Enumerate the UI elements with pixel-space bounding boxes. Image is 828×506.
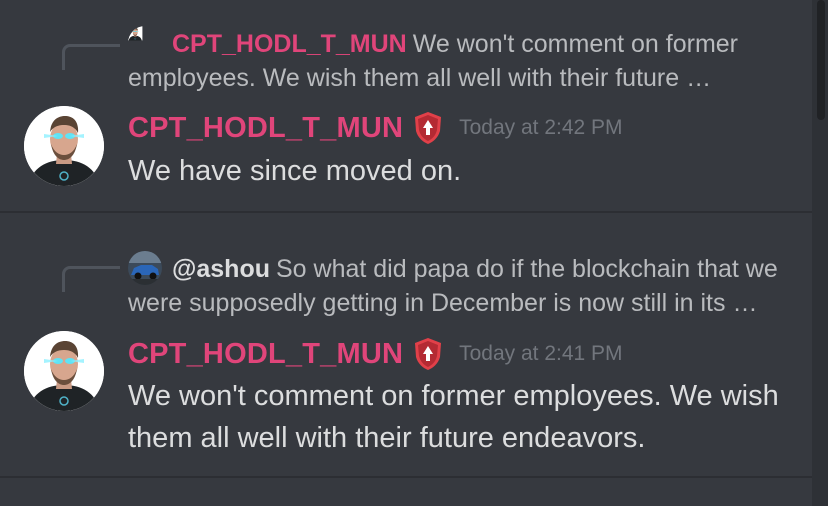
message-header-1: CPT_HODL_T_MUN Today at 2:42 PM — [128, 108, 623, 148]
message-header-2: CPT_HODL_T_MUN Today at 2:41 PM — [128, 334, 623, 374]
scrollbar-thumb[interactable] — [817, 0, 825, 120]
profile-avatar-icon — [24, 331, 104, 411]
message-divider — [0, 476, 812, 478]
reply-mention[interactable]: @ashou — [172, 255, 270, 283]
reply-preview-1[interactable]: CPT_HODL_T_MUN We won't comment on former… — [128, 27, 788, 95]
reply-preview-2[interactable]: @ashou So what did papa do if the blockch… — [128, 252, 788, 320]
reply-connector — [62, 266, 120, 292]
profile-avatar-icon — [24, 106, 104, 186]
reply-connector — [62, 44, 120, 70]
shield-badge-icon[interactable] — [413, 111, 443, 145]
shield-badge-icon[interactable] — [413, 337, 443, 371]
timestamp: Today at 2:42 PM — [459, 116, 623, 139]
scrollbar-track[interactable] — [812, 0, 828, 506]
author-avatar-1[interactable] — [24, 106, 104, 186]
author-name[interactable]: CPT_HODL_T_MUN — [128, 338, 403, 371]
message-text-1: We have since moved on. — [128, 155, 462, 187]
message-1: CPT_HODL_T_MUN We won't comment on former… — [0, 0, 812, 212]
reply-author-name[interactable]: CPT_HODL_T_MUN — [172, 30, 407, 58]
timestamp: Today at 2:41 PM — [459, 342, 623, 365]
message-2: @ashou So what did papa do if the blockch… — [0, 213, 812, 483]
author-name[interactable]: CPT_HODL_T_MUN — [128, 112, 403, 145]
message-text-2: We won't comment on former employees. We… — [128, 380, 779, 454]
author-avatar-2[interactable] — [24, 331, 104, 411]
